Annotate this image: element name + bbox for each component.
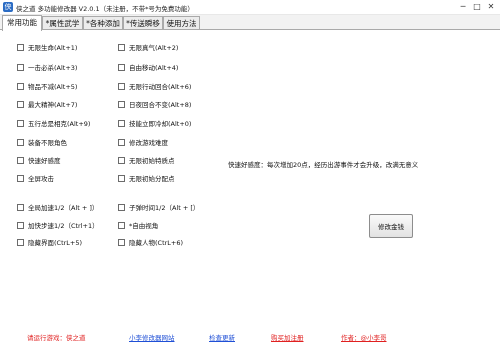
option-allocation-points[interactable]: 无限初始分配点 (118, 173, 175, 183)
option-day-night-fixed[interactable]: 日夜回合不变(Alt+8) (118, 99, 191, 109)
tab-add[interactable]: *各种添加 (83, 16, 123, 30)
option-global-speed[interactable]: 全局加速1/2（Alt + ]） (17, 202, 98, 212)
tab-bar: 常用功能 *属性武学 *各种添加 *传送瞬移 使用方法 (0, 15, 500, 31)
favor-hint-text: 快速好感度：每次增加20点，经历出游事件才会升级，改满无意义 (228, 161, 419, 169)
footer-buy-register-link[interactable]: 购买加注册 (271, 332, 304, 342)
minimize-button[interactable]: ─ (456, 1, 470, 13)
checkbox[interactable] (17, 174, 24, 182)
checkbox[interactable] (118, 82, 125, 90)
option-max-spirit[interactable]: 最大精神(Alt+7) (17, 99, 77, 109)
checkbox[interactable] (17, 156, 24, 164)
checkbox[interactable] (17, 203, 24, 211)
checkbox[interactable] (118, 156, 125, 164)
option-free-move[interactable]: 自由移动(Alt+4) (118, 62, 178, 72)
option-hide-character[interactable]: 隐藏人物(CtrL+6) (118, 237, 183, 247)
tab-teleport[interactable]: *传送瞬移 (123, 16, 163, 30)
option-infinite-qi[interactable]: 无限真气(Alt+2) (118, 42, 178, 52)
option-free-camera[interactable]: *自由视角 (118, 220, 158, 230)
close-button[interactable]: ✕ (484, 1, 498, 13)
checkbox[interactable] (118, 221, 125, 229)
checkbox[interactable] (17, 238, 24, 246)
checkbox[interactable] (17, 221, 24, 229)
window-controls: ─ □ ✕ (456, 1, 498, 13)
main-panel (0, 29, 500, 346)
option-infinite-health[interactable]: 无限生命(Alt+1) (17, 42, 77, 52)
checkbox[interactable] (118, 238, 125, 246)
window-title: 侠之道 多功能修改器 V2.0.1（未注册，不带*号为免费功能） (16, 5, 194, 13)
tab-common[interactable]: 常用功能 (2, 15, 42, 31)
option-hide-ui[interactable]: 隐藏界面(CtrL+5) (17, 237, 82, 247)
checkbox[interactable] (17, 43, 24, 51)
checkbox[interactable] (118, 138, 125, 146)
footer-update-link[interactable]: 检查更新 (209, 332, 235, 342)
option-bullet-time[interactable]: 子弹时间1/2（Alt + [） (118, 202, 199, 212)
option-one-hit-kill[interactable]: 一击必杀(Alt+3) (17, 62, 77, 72)
tab-usage[interactable]: 使用方法 (163, 16, 200, 30)
checkbox[interactable] (118, 43, 125, 51)
title-bar: 侠 侠之道 多功能修改器 V2.0.1（未注册，不带*号为免费功能） ─ □ ✕ (0, 0, 500, 15)
checkbox[interactable] (118, 100, 125, 108)
option-walk-speed[interactable]: 加快步速1/2（Ctrl+1） (17, 220, 99, 230)
option-skill-instant-cooldown[interactable]: 技能立即冷却(Alt+0) (118, 118, 191, 128)
maximize-button[interactable]: □ (470, 1, 484, 13)
option-items-no-decrease[interactable]: 物品不减(Alt+5) (17, 81, 77, 91)
option-game-difficulty[interactable]: 修改游戏难度 (118, 137, 168, 147)
checkbox[interactable] (118, 63, 125, 71)
option-fast-favor[interactable]: 快速好感度 (17, 155, 61, 165)
app-icon: 侠 (3, 2, 13, 12)
option-five-elements[interactable]: 五行总是相克(Alt+9) (17, 118, 90, 128)
checkbox[interactable] (17, 119, 24, 127)
footer-game-status: 请运行游戏：侠之道 (27, 334, 86, 342)
footer-site-link[interactable]: 小李修改器网站 (129, 332, 175, 342)
option-full-screen-attack[interactable]: 全屏攻击 (17, 173, 54, 183)
footer-author-link[interactable]: 作者：@小李哥 (341, 332, 387, 342)
option-equip-any-role[interactable]: 装备不限角色 (17, 137, 67, 147)
checkbox[interactable] (17, 100, 24, 108)
checkbox[interactable] (118, 119, 125, 127)
checkbox[interactable] (118, 203, 125, 211)
modify-gold-button[interactable]: 修改金钱 (369, 214, 413, 238)
tab-attributes[interactable]: *属性武学 (42, 16, 83, 30)
checkbox[interactable] (17, 138, 24, 146)
checkbox[interactable] (17, 82, 24, 90)
option-infinite-action-turns[interactable]: 无限行动回合(Alt+6) (118, 81, 191, 91)
checkbox[interactable] (118, 174, 125, 182)
option-trait-points[interactable]: 无限初始特质点 (118, 155, 175, 165)
checkbox[interactable] (17, 63, 24, 71)
